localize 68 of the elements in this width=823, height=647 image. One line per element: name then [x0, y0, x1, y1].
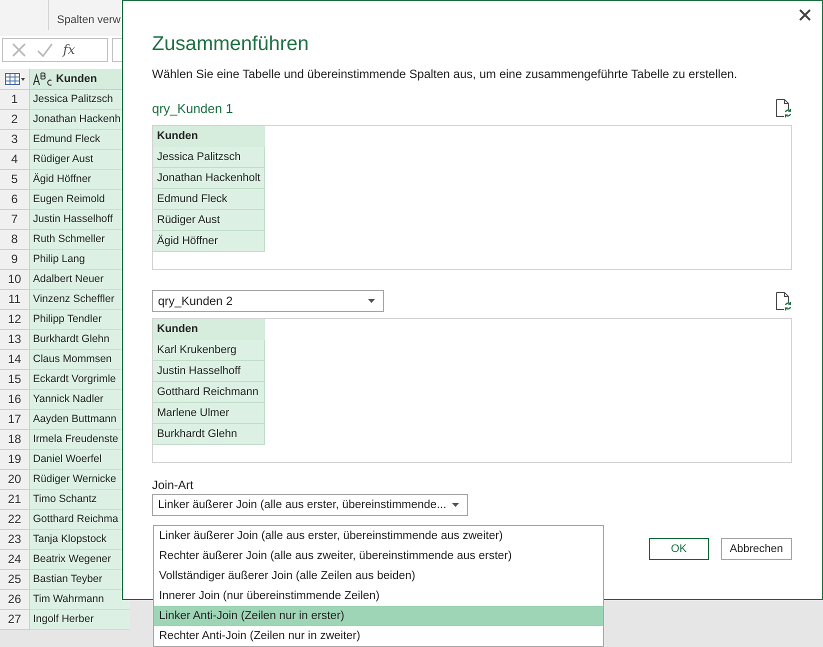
row-number[interactable]: 11: [0, 290, 30, 310]
table-cell: Justin Hasselhoff: [153, 361, 265, 382]
dropdown-option[interactable]: Rechter äußerer Join (alle aus zweiter, übereinstimmende aus erster): [154, 546, 603, 566]
cancel-button[interactable]: Abbrechen: [720, 538, 792, 560]
row-number[interactable]: 17: [0, 410, 30, 430]
row-number[interactable]: 10: [0, 270, 30, 290]
table-cell: Ingolf Herber: [30, 610, 130, 630]
caret-icon: [368, 299, 375, 303]
close-icon[interactable]: [799, 9, 811, 21]
row-number[interactable]: 13: [0, 330, 30, 350]
table-cell: Marlene Ulmer: [153, 403, 265, 424]
row-number[interactable]: 19: [0, 450, 30, 470]
row-number[interactable]: 22: [0, 510, 30, 530]
row-number[interactable]: 27: [0, 610, 30, 630]
check-icon[interactable]: [37, 42, 53, 58]
join-type-dropdown[interactable]: Linker äußerer Join (alle aus erster, übereinstimmende...: [152, 494, 468, 516]
table-cell: Burkhardt Glehn: [153, 424, 265, 445]
row-number[interactable]: 15: [0, 370, 30, 390]
row-number[interactable]: 6: [0, 190, 30, 210]
dropdown-option[interactable]: Innerer Join (nur übereinstimmende Zeilen): [154, 586, 603, 606]
row-number[interactable]: 16: [0, 390, 30, 410]
document-refresh-icon[interactable]: [775, 292, 792, 310]
document-refresh-icon: [776, 98, 792, 118]
table-cell: Karl Krukenberg: [153, 340, 265, 361]
table-column-header[interactable]: Kunden: [153, 126, 265, 147]
row-number[interactable]: 12: [0, 310, 30, 330]
row-number[interactable]: 21: [0, 490, 30, 510]
row-number[interactable]: 26: [0, 590, 30, 610]
dropdown-option[interactable]: Vollständiger äußerer Join (alle Zeilen aus beiden): [154, 566, 603, 586]
row-number[interactable]: 20: [0, 470, 30, 490]
table-name: qry_Kunden 1: [152, 100, 233, 116]
document-refresh-icon[interactable]: [775, 98, 792, 118]
ribbon-group-label: Spalten verw: [57, 14, 121, 28]
row-number[interactable]: 8: [0, 230, 30, 250]
row-number[interactable]: 9: [0, 250, 30, 270]
dropdown-option[interactable]: Rechter Anti-Join (Zeilen nur in zweiter): [154, 626, 603, 646]
column-header-label: Kunden: [56, 73, 97, 85]
join-type-label: Join-Art: [152, 478, 194, 492]
row-number[interactable]: 1: [0, 90, 30, 110]
dropdown-option[interactable]: Linker äußerer Join (alle aus erster, übereinstimmende aus zweiter): [154, 526, 603, 546]
table-cell: Gotthard Reichmann: [153, 382, 265, 403]
document-refresh-icon: [776, 292, 792, 310]
text-type-icon[interactable]: [33, 72, 53, 86]
table-cell: Tim Wahrmann: [30, 590, 130, 610]
table-dropdown[interactable]: qry_Kunden 2: [152, 290, 384, 312]
row-number[interactable]: 2: [0, 110, 30, 130]
table-column-header[interactable]: Kunden: [153, 319, 265, 340]
row-number[interactable]: 25: [0, 570, 30, 590]
dialog-title: Zusammenführen: [152, 32, 310, 56]
row-number[interactable]: 18: [0, 430, 30, 450]
caret-icon: [452, 503, 460, 507]
row-number[interactable]: 5: [0, 170, 30, 190]
dropdown-option[interactable]: Linker Anti-Join (Zeilen nur in erster): [154, 606, 603, 626]
table-cell: Jonathan Hackenholt: [153, 168, 265, 189]
insert-function-button[interactable]: fx: [63, 42, 76, 58]
row-number[interactable]: 24: [0, 550, 30, 570]
table-cell: Ägid Höffner: [153, 231, 265, 252]
row-number[interactable]: 23: [0, 530, 30, 550]
row-number[interactable]: 4: [0, 150, 30, 170]
row-number[interactable]: 3: [0, 130, 30, 150]
dialog-description: Wählen Sie eine Tabelle und übereinstimmende Spalten aus, um eine zusammengeführte Tabelle zu erstellen.: [152, 66, 738, 82]
row-number[interactable]: 14: [0, 350, 30, 370]
table-cell: Edmund Fleck: [153, 189, 265, 210]
row-number[interactable]: 7: [0, 210, 30, 230]
table-corner-cell[interactable]: [0, 69, 30, 90]
table-cell: Jessica Palitzsch: [153, 147, 265, 168]
ok-button[interactable]: OK: [648, 538, 709, 560]
table-cell: Rüdiger Aust: [153, 210, 265, 231]
